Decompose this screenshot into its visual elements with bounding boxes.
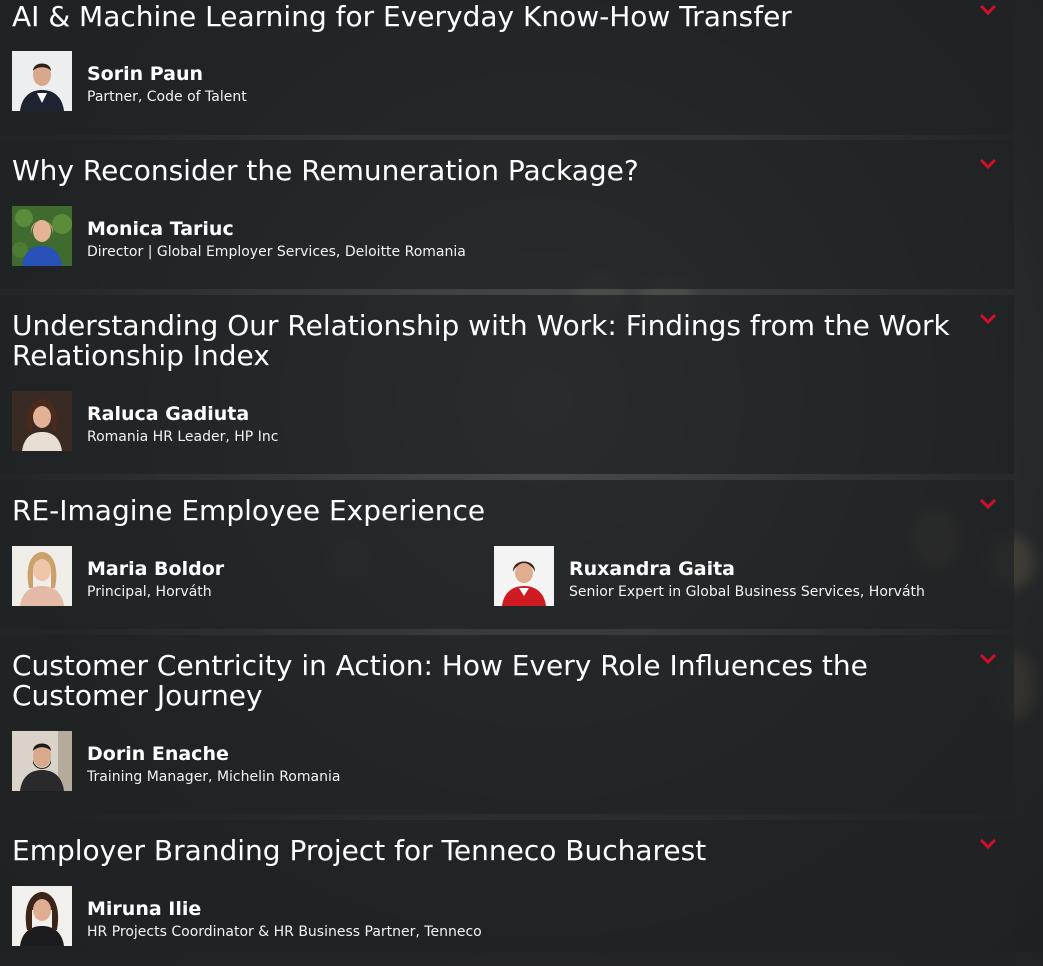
speaker-role: Romania HR Leader, HP Inc	[87, 429, 279, 445]
speaker-role: Training Manager, Michelin Romania	[87, 769, 341, 785]
speaker-photo	[12, 206, 72, 266]
speaker: Dorin Enache Training Manager, Michelin …	[12, 731, 492, 791]
session-item[interactable]: Customer Centricity in Action: How Every…	[0, 635, 1014, 814]
session-item[interactable]: Why Reconsider the Remuneration Package?…	[0, 140, 1014, 289]
chevron-down-icon[interactable]	[978, 496, 998, 512]
speaker-role: Director | Global Employer Services, Del…	[87, 244, 466, 260]
speaker-photo	[12, 731, 72, 791]
session-item[interactable]: Understanding Our Relationship with Work…	[0, 295, 1014, 474]
speaker-name: Monica Tariuc	[87, 218, 234, 240]
session-title[interactable]: Why Reconsider the Remuneration Package?	[12, 156, 972, 186]
chevron-down-icon[interactable]	[978, 156, 998, 172]
speaker: Ruxandra Gaita Senior Expert in Global B…	[494, 546, 994, 606]
speaker-photo	[494, 546, 554, 606]
session-title[interactable]: AI & Machine Learning for Everyday Know-…	[12, 2, 972, 32]
speaker-name: Ruxandra Gaita	[569, 558, 735, 580]
speaker: Monica Tariuc Director | Global Employer…	[12, 206, 492, 266]
chevron-down-icon[interactable]	[978, 2, 998, 18]
chevron-down-icon[interactable]	[978, 651, 998, 667]
session-title[interactable]: Employer Branding Project for Tenneco Bu…	[12, 836, 972, 866]
session-title[interactable]: Customer Centricity in Action: How Every…	[12, 651, 972, 711]
speaker-photo	[12, 886, 72, 946]
speaker-role: Senior Expert in Global Business Service…	[569, 584, 925, 600]
speaker: Sorin Paun Partner, Code of Talent	[12, 51, 492, 111]
speaker-name: Raluca Gadiuta	[87, 403, 250, 425]
session-item[interactable]: AI & Machine Learning for Everyday Know-…	[0, 0, 1014, 135]
speaker-role: HR Projects Coordinator & HR Business Pa…	[87, 924, 482, 940]
session-item[interactable]: Employer Branding Project for Tenneco Bu…	[0, 820, 1014, 966]
chevron-down-icon[interactable]	[978, 311, 998, 327]
session-item[interactable]: RE-Imagine Employee Experience Maria Bol…	[0, 480, 1014, 629]
speaker-photo	[12, 546, 72, 606]
speaker-role: Partner, Code of Talent	[87, 89, 247, 105]
session-title[interactable]: Understanding Our Relationship with Work…	[12, 311, 972, 371]
speaker-name: Dorin Enache	[87, 743, 229, 765]
speaker-photo	[12, 51, 72, 111]
speaker-name: Maria Boldor	[87, 558, 225, 580]
speaker-name: Sorin Paun	[87, 63, 204, 85]
speaker-role: Principal, Horváth	[87, 584, 212, 600]
speaker: Miruna Ilie HR Projects Coordinator & HR…	[12, 886, 532, 946]
speaker-photo	[12, 391, 72, 451]
speaker: Maria Boldor Principal, Horváth	[12, 546, 482, 606]
speaker: Raluca Gadiuta Romania HR Leader, HP Inc	[12, 391, 492, 451]
speaker-name: Miruna Ilie	[87, 898, 202, 920]
session-title[interactable]: RE-Imagine Employee Experience	[12, 496, 972, 526]
chevron-down-icon[interactable]	[978, 836, 998, 852]
